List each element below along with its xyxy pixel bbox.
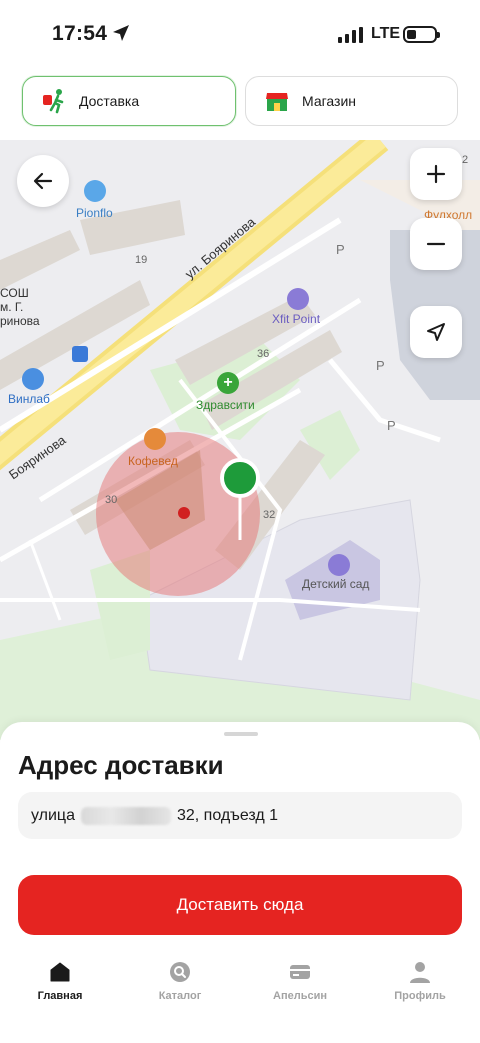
parking-label-3: P: [387, 418, 396, 433]
minus-icon: [426, 242, 446, 246]
poi-xfit-label[interactable]: Xfit Point: [272, 312, 320, 326]
navigation-arrow-icon: [427, 323, 445, 341]
poi-kindergarten-label[interactable]: Детский сад: [302, 577, 369, 591]
bottom-tab-bar: Главная Каталог Апельсин Профиль: [0, 948, 480, 1043]
profile-icon: [410, 962, 430, 983]
flower-shop-icon: [84, 180, 106, 202]
kindergarten-icon: [328, 554, 350, 576]
deliver-here-button[interactable]: Доставить сюда: [18, 875, 462, 935]
store-mode-button[interactable]: Магазин: [245, 76, 458, 126]
tab-profile-label: Профиль: [394, 990, 446, 1002]
house-number-36: 36: [257, 348, 270, 360]
house-number-2: 2: [462, 154, 469, 166]
poi-vinlab-label[interactable]: Винлаб: [8, 392, 50, 406]
tab-profile[interactable]: Профиль: [370, 960, 470, 1002]
zoom-in-button[interactable]: [410, 148, 462, 200]
parking-label-2: P: [376, 358, 385, 373]
delivery-mode-label: Доставка: [79, 93, 140, 109]
poi-pionflo-label[interactable]: Pionflo: [76, 206, 113, 220]
status-time: 17:54: [52, 22, 108, 45]
courier-icon: [43, 89, 64, 114]
zoom-out-button[interactable]: [410, 218, 462, 270]
store-mode-label: Магазин: [302, 93, 357, 109]
fitness-icon: [287, 288, 309, 310]
card-icon: [290, 965, 310, 979]
map-view[interactable]: Pionflo 19 ул. Бояринова СОШ м. Г. ринов…: [0, 140, 480, 740]
school-label-1: СОШ: [0, 286, 29, 300]
back-button[interactable]: [17, 155, 69, 207]
tab-catalog[interactable]: Каталог: [130, 960, 230, 1002]
tab-apelsin[interactable]: Апельсин: [250, 960, 350, 1002]
tab-apelsin-label: Апельсин: [273, 990, 327, 1002]
street-fragment-left: ринова: [0, 314, 40, 328]
house-number-32: 32: [263, 509, 276, 521]
store-icon: [266, 93, 288, 111]
pharmacy-icon: +: [217, 372, 239, 394]
battery-icon: [403, 26, 440, 43]
address-suffix: 32, подъезд 1: [176, 806, 279, 824]
address-field[interactable]: улица 32, подъезд 1: [18, 792, 462, 839]
location-arrow-icon: [113, 25, 129, 41]
school-label-2: м. Г.: [0, 300, 24, 314]
home-icon: [50, 962, 70, 982]
address-redacted: [80, 806, 171, 825]
tab-home-label: Главная: [37, 990, 83, 1002]
delivery-mode-button[interactable]: Доставка: [22, 76, 236, 126]
poi-kofeved-label[interactable]: Кофевед: [128, 454, 178, 468]
tab-catalog-label: Каталог: [158, 990, 202, 1002]
status-bar: 17:54 LTE: [0, 0, 480, 70]
cafe-icon: [144, 428, 166, 450]
cellular-signal-icon: [338, 27, 363, 43]
catalog-search-icon: [170, 962, 190, 982]
arrow-left-icon: [33, 172, 53, 190]
house-number-19: 19: [135, 254, 148, 266]
transit-stop-icon: [72, 346, 88, 362]
plus-icon: [426, 164, 446, 184]
wine-shop-icon: [22, 368, 44, 390]
parking-label-1: P: [336, 242, 345, 257]
address-prefix: улица: [31, 806, 75, 824]
house-number-30: 30: [105, 494, 118, 506]
my-location-button[interactable]: [410, 306, 462, 358]
sheet-drag-handle[interactable]: [224, 732, 258, 736]
tab-home[interactable]: Главная: [10, 960, 110, 1002]
poi-zdravsiti-label[interactable]: Здравсити: [196, 398, 255, 412]
sheet-title: Адрес доставки: [18, 750, 224, 780]
network-type: LTE: [371, 25, 401, 42]
